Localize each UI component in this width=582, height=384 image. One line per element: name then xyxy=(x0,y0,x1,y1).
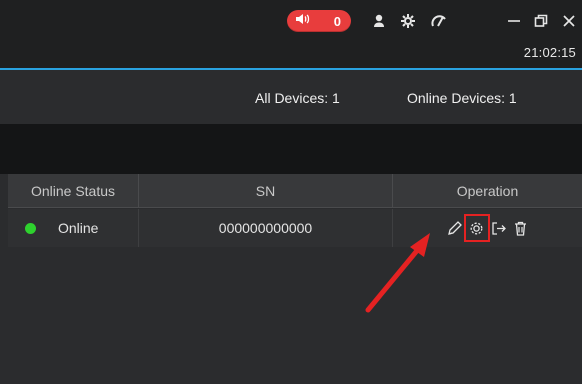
clock: 21:02:15 xyxy=(523,45,576,60)
sn-cell: 000000000000 xyxy=(139,209,393,247)
operation-cell xyxy=(393,209,582,247)
performance-icon[interactable] xyxy=(430,12,448,30)
column-header-online-status[interactable]: Online Status xyxy=(8,174,139,207)
user-icon[interactable] xyxy=(370,12,388,30)
logout-icon[interactable] xyxy=(489,217,509,239)
alarm-button[interactable]: 0 xyxy=(287,10,351,32)
table-header: Online Status SN Operation xyxy=(8,174,582,208)
table-row[interactable]: Online 000000000000 xyxy=(8,209,582,247)
device-summary: All Devices: 1 Online Devices: 1 xyxy=(0,72,582,124)
alarm-count: 0 xyxy=(333,13,341,29)
online-devices-count: Online Devices: 1 xyxy=(407,90,517,106)
column-header-sn[interactable]: SN xyxy=(139,174,393,207)
delete-icon[interactable] xyxy=(511,217,531,239)
edit-icon[interactable] xyxy=(445,217,465,239)
settings-icon[interactable] xyxy=(463,214,490,242)
table-body-empty xyxy=(8,247,582,384)
column-header-operation[interactable]: Operation xyxy=(393,174,582,207)
restore-icon[interactable] xyxy=(532,12,550,30)
toolbar-strip xyxy=(0,124,582,174)
online-status-cell: Online xyxy=(8,209,139,247)
title-bar: 0 21:02:15 xyxy=(0,0,582,70)
settings-icon[interactable] xyxy=(399,12,417,30)
speaker-icon xyxy=(295,12,311,31)
close-icon[interactable] xyxy=(560,12,578,30)
all-devices-count: All Devices: 1 xyxy=(255,90,340,106)
minimize-icon[interactable] xyxy=(505,12,523,30)
online-status-icon xyxy=(25,222,36,234)
online-status-text: Online xyxy=(58,220,99,236)
